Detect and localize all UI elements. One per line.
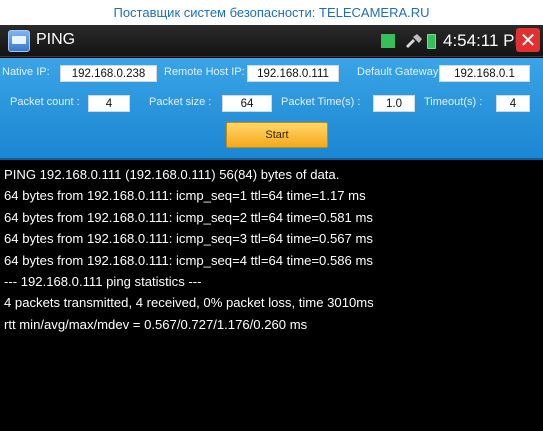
gateway-field[interactable]: 192.168.0.1 — [439, 65, 530, 82]
native-ip-field[interactable]: 192.168.0.238 — [60, 65, 157, 82]
console-line: rtt min/avg/max/mdev = 0.567/0.727/1.176… — [4, 316, 308, 332]
console-line: 64 bytes from 192.168.0.111: icmp_seq=3 … — [4, 231, 373, 247]
console-line: 64 bytes from 192.168.0.111: icmp_seq=4 … — [4, 252, 373, 268]
console-line: PING 192.168.0.111 (192.168.0.111) 56(84… — [4, 167, 340, 182]
ping-config-panel: Native IP: 192.168.0.238 Remote Host IP:… — [0, 58, 543, 160]
packet-count-label: Packet count : — [10, 96, 80, 108]
ping-output-console: PING 192.168.0.111 (192.168.0.111) 56(84… — [0, 162, 543, 431]
app-title: PING — [36, 31, 76, 48]
console-line: 4 packets transmitted, 4 received, 0% pa… — [4, 295, 374, 311]
signal-icon — [381, 34, 395, 48]
start-button[interactable]: Start — [226, 122, 328, 148]
packet-time-label: Packet Time(s) : — [281, 96, 361, 108]
battery-icon — [427, 34, 436, 49]
timeout-label: Timeout(s) : — [424, 96, 483, 108]
packet-count-field[interactable]: 4 — [88, 95, 130, 112]
console-line: 64 bytes from 192.168.0.111: icmp_seq=2 … — [4, 209, 373, 225]
packet-size-field[interactable]: 64 — [222, 95, 272, 112]
console-line: 64 bytes from 192.168.0.111: icmp_seq=1 … — [4, 188, 366, 204]
watermark-text: Поставщик систем безопасности: TELECAMER… — [0, 0, 543, 22]
ping-app-icon — [8, 30, 30, 52]
remote-host-field[interactable]: 192.168.0.111 — [247, 65, 339, 82]
plug-icon — [406, 34, 422, 48]
title-bar: PING 4:54:11 PM ✕ — [0, 25, 543, 57]
timeout-field[interactable]: 4 — [496, 95, 530, 112]
gateway-label: Default Gateway: — [357, 66, 442, 78]
packet-size-label: Packet size : — [149, 96, 212, 108]
native-ip-label: Native IP: — [2, 66, 50, 78]
console-line: --- 192.168.0.111 ping statistics --- — [4, 273, 202, 289]
close-icon[interactable]: ✕ — [516, 28, 540, 52]
remote-host-label: Remote Host IP: — [164, 66, 245, 78]
device-screen: PING 4:54:11 PM ✕ Native IP: 192.168.0.2… — [0, 25, 543, 431]
packet-time-field[interactable]: 1.0 — [373, 95, 415, 112]
